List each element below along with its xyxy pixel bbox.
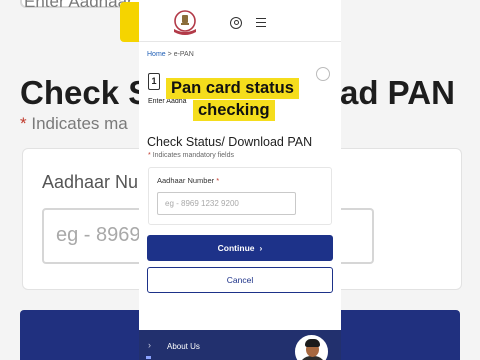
- breadcrumb-separator: >: [167, 51, 172, 58]
- mandatory-note: * Indicates mandatory fields: [148, 152, 234, 159]
- bg-title-right: ad PAN: [340, 74, 455, 111]
- bg-mandatory-text: Indicates ma: [31, 114, 128, 133]
- bg-mandatory-note: * Indicates ma: [20, 114, 128, 134]
- page-title: Check Status/ Download PAN: [147, 135, 313, 149]
- step-indicator-circle: [316, 67, 330, 81]
- aadhaar-number-input[interactable]: [157, 192, 296, 215]
- presenter-avatar: [295, 335, 328, 360]
- required-asterisk: *: [148, 152, 151, 159]
- avatar-hair: [305, 339, 320, 347]
- hamburger-menu-icon[interactable]: [256, 18, 266, 27]
- site-header: [139, 8, 341, 42]
- video-caption-overlay: Pan card status checking: [165, 78, 309, 126]
- step-number-badge: 1: [148, 73, 160, 90]
- breadcrumb-current: e-PAN: [173, 51, 194, 58]
- footer-accent-line: [146, 356, 151, 359]
- caption-line-1: Pan card status: [166, 78, 299, 99]
- bg-aadhaar-input-end: [340, 208, 374, 264]
- india-emblem-icon[interactable]: [171, 10, 199, 36]
- bg-input-placeholder: eg - 8969: [56, 224, 141, 246]
- breadcrumb-home-link[interactable]: Home: [147, 51, 166, 58]
- breadcrumb: Home > e-PAN: [147, 51, 194, 58]
- bg-top-field-text: Enter Aadhaar: [24, 0, 133, 11]
- continue-button[interactable]: Continue ›: [147, 235, 333, 261]
- aadhaar-label-text: Aadhaar Number: [157, 176, 215, 185]
- bg-aadhaar-label: Aadhaar Nu: [42, 172, 139, 192]
- aadhaar-label: Aadhaar Number *: [157, 176, 219, 185]
- cancel-button[interactable]: Cancel: [147, 267, 333, 293]
- aadhaar-required-asterisk: *: [216, 176, 220, 185]
- footer-about-link[interactable]: About Us: [167, 342, 200, 351]
- bg-asterisk: *: [20, 114, 27, 133]
- chevron-right-icon: ›: [148, 340, 151, 350]
- user-icon[interactable]: [230, 17, 242, 29]
- mandatory-note-text: Indicates mandatory fields: [152, 152, 235, 159]
- caption-line-2: checking: [193, 100, 275, 121]
- phone-screen: Home > e-PAN 1 Enter Aadha Pan card stat…: [139, 0, 341, 360]
- chevron-right-icon: ›: [259, 243, 263, 253]
- continue-button-label: Continue: [217, 243, 255, 253]
